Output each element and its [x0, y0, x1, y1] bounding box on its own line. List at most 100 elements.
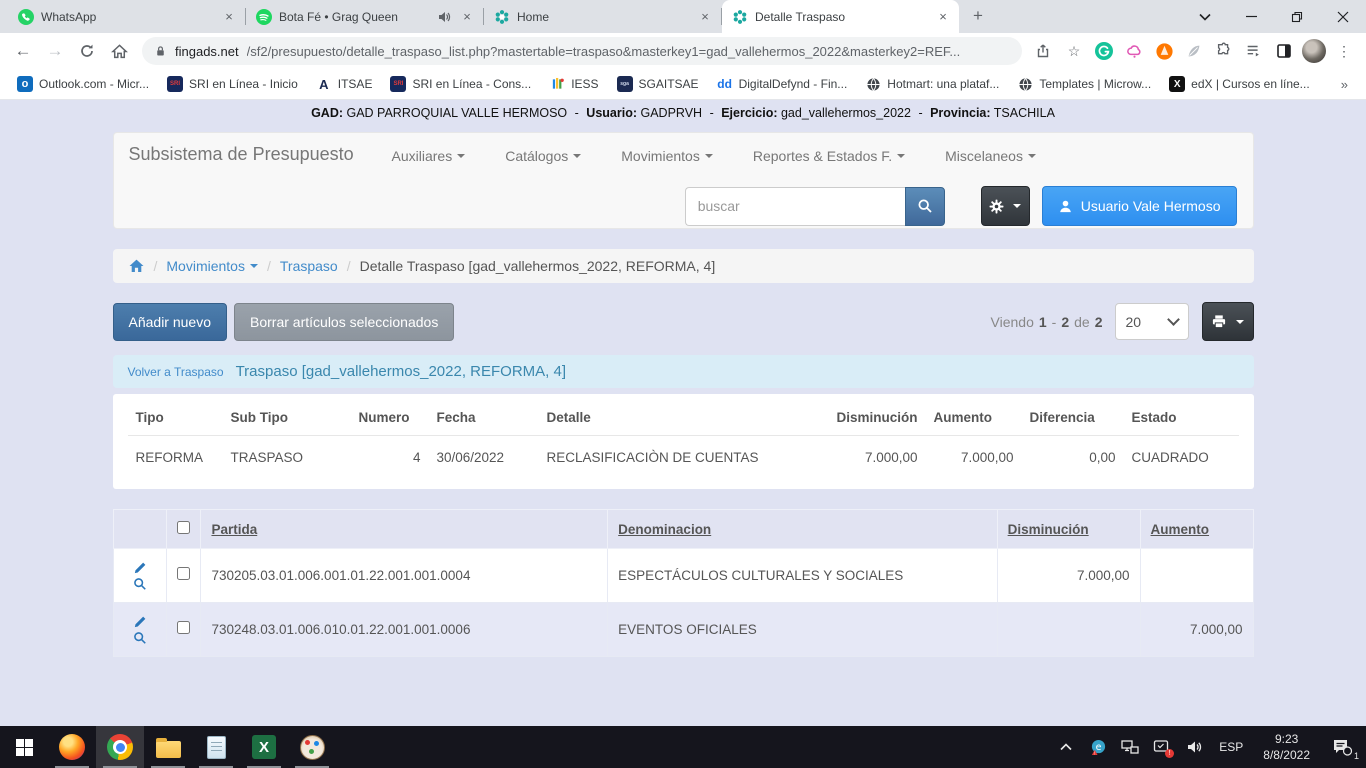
row-checkbox[interactable]: [177, 621, 190, 634]
view-magnifier-icon[interactable]: [133, 577, 147, 591]
windows-logo-icon: [16, 739, 33, 756]
back-icon[interactable]: ←: [10, 38, 36, 64]
window-close-button[interactable]: [1320, 0, 1366, 33]
bookmarks-overflow-icon[interactable]: »: [1333, 77, 1356, 92]
window-restore-button[interactable]: [1274, 0, 1320, 33]
col-numero: Numero: [351, 398, 429, 436]
volume-tray-icon[interactable]: [1179, 726, 1209, 768]
bookmark-itsae[interactable]: A ITSAE: [309, 73, 380, 95]
start-button[interactable]: [0, 726, 48, 768]
grammarly-extension-icon[interactable]: [1092, 39, 1116, 63]
back-to-traspaso-link[interactable]: Volver a Traspaso: [128, 365, 224, 379]
tab-whatsapp[interactable]: WhatsApp ×: [8, 0, 245, 33]
address-bar[interactable]: fingads.net/sf2/presupuesto/detalle_tras…: [142, 37, 1022, 65]
delete-selected-button[interactable]: Borrar artículos seleccionados: [234, 303, 454, 341]
url-path: /sf2/presupuesto/detalle_traspaso_list.p…: [247, 44, 961, 59]
user-button[interactable]: Usuario Vale Hermoso: [1042, 186, 1237, 226]
bookmark-outlook[interactable]: o Outlook.com - Micr...: [10, 73, 156, 95]
tray-chevron-up-icon[interactable]: [1051, 726, 1081, 768]
tab-detalle-traspaso[interactable]: Detalle Traspaso ×: [722, 0, 959, 33]
taskbar-excel[interactable]: X: [240, 726, 288, 768]
tab-close-icon[interactable]: ×: [221, 9, 237, 25]
menu-miscelaneos[interactable]: Miscelaneos: [945, 148, 1036, 164]
view-magnifier-icon[interactable]: [133, 631, 147, 645]
avast-extension-icon[interactable]: [1152, 39, 1176, 63]
breadcrumb-separator: /: [347, 258, 351, 274]
col-partida-sort[interactable]: Partida: [201, 510, 608, 549]
reload-icon[interactable]: [74, 38, 100, 64]
taskbar-firefox[interactable]: [48, 726, 96, 768]
feather-extension-icon[interactable]: [1182, 39, 1206, 63]
page-size-select[interactable]: 20: [1115, 303, 1189, 340]
share-icon[interactable]: [1032, 39, 1056, 63]
cell-subtipo: TRASPASO: [223, 436, 351, 478]
bookmark-label: DigitalDefynd - Fin...: [739, 77, 848, 91]
viewing-from: 1: [1039, 314, 1047, 330]
col-denominacion-sort[interactable]: Denominacion: [608, 510, 997, 549]
bookmark-sri-inicio[interactable]: SRI SRI en Línea - Inicio: [160, 73, 305, 95]
language-indicator[interactable]: ESP: [1211, 740, 1251, 754]
alert-tray-icon[interactable]: !: [1147, 726, 1177, 768]
bookmark-sri-consultas[interactable]: SRI SRI en Línea - Cons...: [383, 73, 538, 95]
col-disminucion-sort[interactable]: Disminución: [997, 510, 1140, 549]
taskbar-chrome[interactable]: [96, 726, 144, 768]
tab-close-icon[interactable]: ×: [697, 9, 713, 25]
bookmark-templates[interactable]: Templates | Microw...: [1010, 73, 1158, 95]
iess-favicon: [549, 76, 565, 92]
eset-tray-icon[interactable]: e!: [1083, 726, 1113, 768]
tab-close-icon[interactable]: ×: [459, 9, 475, 25]
window-minimize-button[interactable]: [1228, 0, 1274, 33]
network-tray-icon[interactable]: [1115, 726, 1145, 768]
nav-actions: Usuario Vale Hermoso: [685, 186, 1237, 226]
tab-home[interactable]: Home ×: [484, 0, 721, 33]
forward-icon[interactable]: →: [42, 38, 68, 64]
menu-auxiliares[interactable]: Auxiliares: [392, 148, 466, 164]
bookmark-iess[interactable]: IESS: [542, 73, 605, 95]
add-new-button[interactable]: Añadir nuevo: [113, 303, 228, 341]
main-navbar: Subsistema de Presupuesto Auxiliares Cat…: [113, 132, 1254, 229]
print-button[interactable]: [1202, 302, 1254, 341]
tab-close-icon[interactable]: ×: [935, 9, 951, 25]
taskbar-notepad[interactable]: [192, 726, 240, 768]
menu-catalogos[interactable]: Catálogos: [505, 148, 581, 164]
clock[interactable]: 9:23 8/8/2022: [1253, 731, 1320, 763]
app-brand[interactable]: Subsistema de Presupuesto: [129, 144, 354, 165]
menu-movimientos[interactable]: Movimientos: [621, 148, 713, 164]
edit-pencil-icon[interactable]: [133, 561, 147, 575]
bookmark-hotmart[interactable]: Hotmart: una plataf...: [858, 73, 1006, 95]
settings-button[interactable]: [981, 186, 1030, 226]
cell-fecha: 30/06/2022: [429, 436, 539, 478]
menu-reportes[interactable]: Reportes & Estados F.: [753, 148, 905, 164]
media-queue-icon[interactable]: [1242, 39, 1266, 63]
bookmark-digitaldefynd[interactable]: dd DigitalDefynd - Fin...: [710, 73, 855, 95]
tab-spotify[interactable]: Bota Fé • Grag Queen ×: [246, 0, 483, 33]
breadcrumb-movimientos[interactable]: Movimientos: [166, 258, 258, 274]
select-all-checkbox[interactable]: [177, 521, 190, 534]
bookmark-star-icon[interactable]: ☆: [1062, 39, 1086, 63]
bookmark-label: SGAITSAE: [639, 77, 699, 91]
bookmark-sgaitsae[interactable]: sga SGAITSAE: [610, 73, 706, 95]
tab-title: Bota Fé • Grag Queen: [279, 10, 429, 24]
taskbar-paint[interactable]: [288, 726, 336, 768]
pink-cloud-extension-icon[interactable]: [1122, 39, 1146, 63]
edit-pencil-icon[interactable]: [133, 615, 147, 629]
extensions-puzzle-icon[interactable]: [1212, 39, 1236, 63]
tab-audio-icon[interactable]: [436, 9, 452, 25]
action-center-icon[interactable]: 1: [1322, 726, 1362, 768]
col-aumento-sort[interactable]: Aumento: [1140, 510, 1253, 549]
home-icon[interactable]: [106, 38, 132, 64]
taskbar-file-explorer[interactable]: [144, 726, 192, 768]
row-checkbox[interactable]: [177, 567, 190, 580]
new-tab-button[interactable]: +: [965, 4, 991, 30]
search-button[interactable]: [905, 187, 945, 226]
tab-search-chevron-icon[interactable]: [1182, 0, 1228, 33]
profile-avatar[interactable]: [1302, 39, 1326, 63]
user-button-label: Usuario Vale Hermoso: [1081, 198, 1221, 214]
search-input[interactable]: [685, 187, 905, 226]
sidebar-extension-icon[interactable]: [1272, 39, 1296, 63]
breadcrumb-traspaso[interactable]: Traspaso: [280, 258, 338, 274]
home-breadcrumb-icon[interactable]: [128, 258, 145, 274]
bookmark-edx[interactable]: X edX | Cursos en líne...: [1162, 73, 1317, 95]
viewing-total: 2: [1095, 314, 1103, 330]
chrome-menu-icon[interactable]: ⋮: [1332, 39, 1356, 63]
